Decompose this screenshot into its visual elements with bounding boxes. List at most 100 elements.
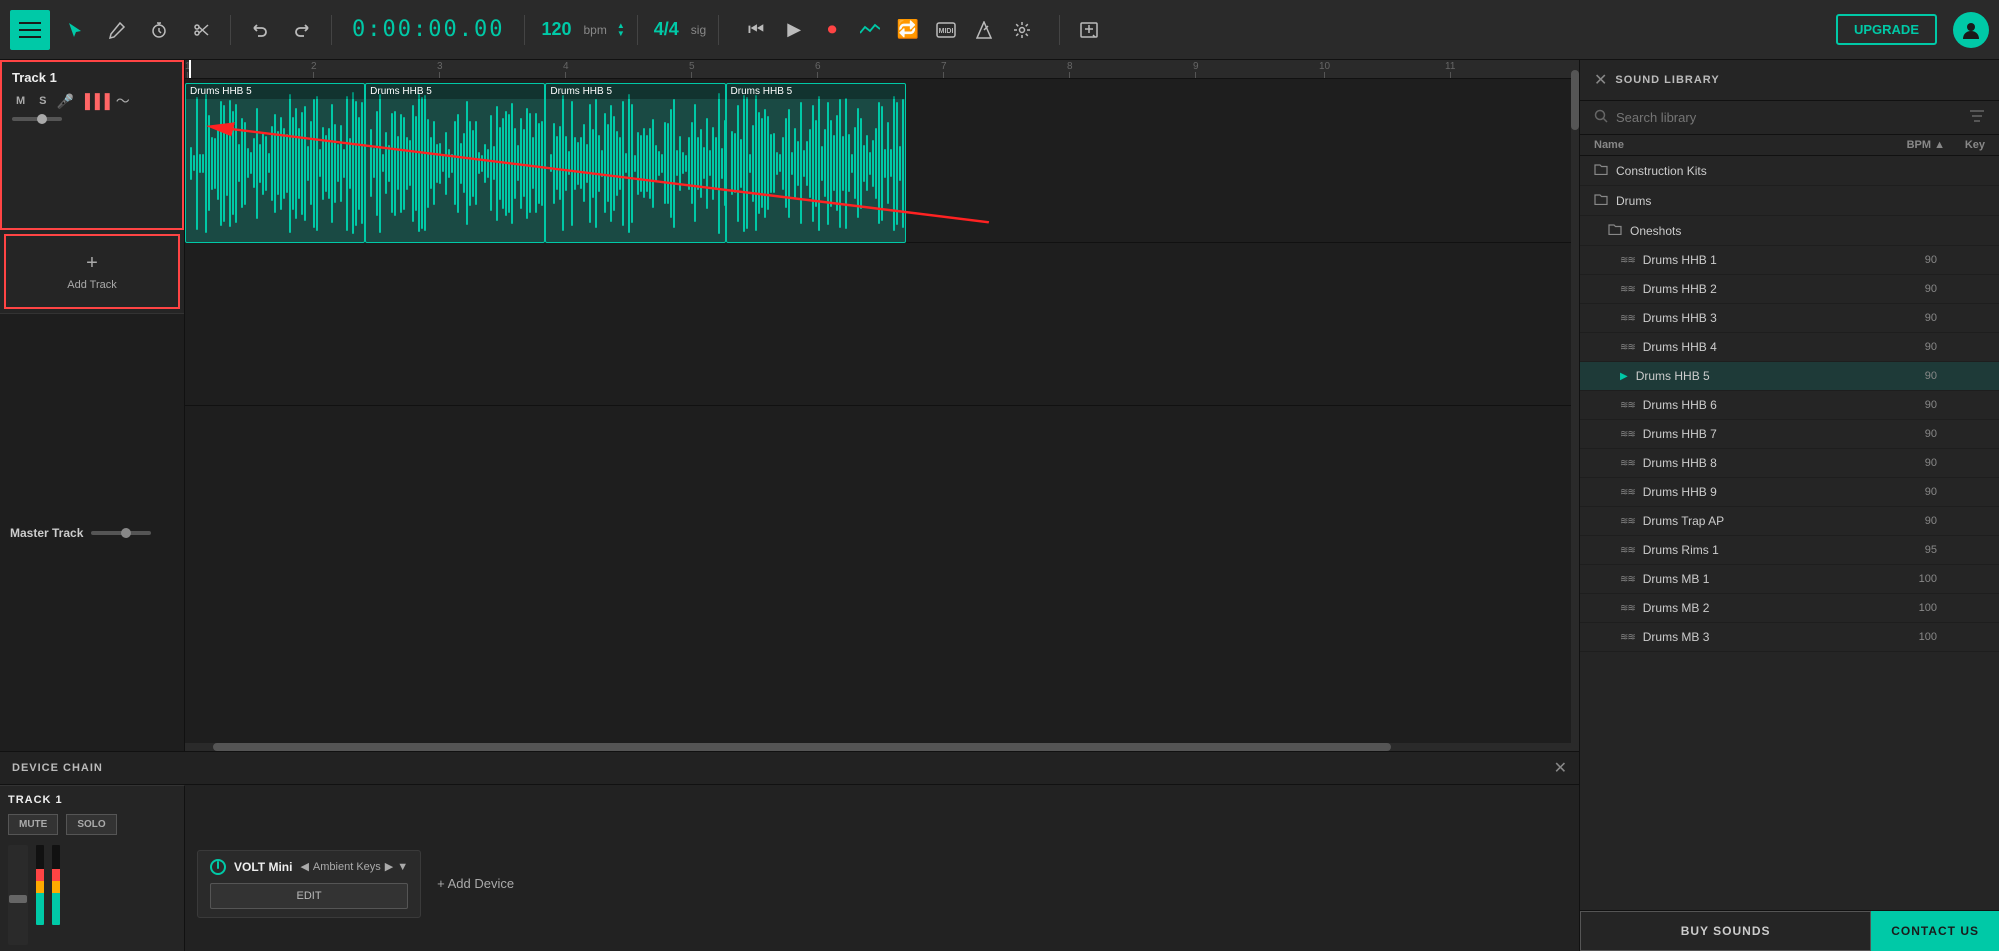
add-track-label: Add Track (67, 279, 117, 291)
automation-button[interactable] (853, 13, 887, 47)
library-item[interactable]: ≋≋ Drums Rims 1 95 (1580, 536, 1999, 565)
bottom-track-name: TRACK 1 (8, 794, 176, 806)
upgrade-button[interactable]: UPGRADE (1836, 14, 1937, 45)
scissors-tool-button[interactable] (184, 13, 218, 47)
timeline-area: 1234567891011 Drums HHB 5Drums HHB 5Drum… (185, 60, 1571, 751)
track-clip-0[interactable]: Drums HHB 5 (185, 83, 365, 243)
menu-button[interactable] (10, 10, 50, 50)
select-tool-button[interactable] (58, 13, 92, 47)
item-name: Drums HHB 4 (1643, 340, 1879, 354)
item-name: Drums HHB 1 (1643, 253, 1879, 267)
device-chain-title: DEVICE CHAIN (12, 762, 1546, 774)
bpm-arrows[interactable]: ▲▼ (617, 22, 625, 38)
col-bpm-header[interactable]: BPM ▲ (1895, 139, 1945, 151)
track-clip-3[interactable]: Drums HHB 5 (726, 83, 906, 243)
track-clip-1[interactable]: Drums HHB 5 (365, 83, 545, 243)
settings-button[interactable] (1005, 13, 1039, 47)
item-bpm: 90 (1887, 370, 1937, 382)
waveform-icon: ≋≋ (1620, 458, 1635, 469)
main-area: Track 1 M S 🎤 ▐▐▐ 〜 + Add Track (0, 60, 1999, 951)
track-1-volume[interactable] (12, 117, 62, 121)
undo-button[interactable] (243, 13, 277, 47)
library-close-button[interactable]: ✕ (1594, 70, 1607, 90)
device-chain-close-button[interactable]: ✕ (1554, 758, 1567, 778)
play-button[interactable]: ▶ (777, 13, 811, 47)
item-bpm: 90 (1887, 457, 1937, 469)
avatar-button[interactable] (1953, 12, 1989, 48)
library-item[interactable]: ≋≋ Drums HHB 4 90 (1580, 333, 1999, 362)
library-item[interactable]: ≋≋ Drums HHB 2 90 (1580, 275, 1999, 304)
library-item[interactable]: ≋≋ Drums MB 1 100 (1580, 565, 1999, 594)
track-1-controls: M S 🎤 ▐▐▐ 〜 (12, 91, 172, 111)
col-name-header: Name (1594, 139, 1895, 151)
item-name: Drums MB 3 (1643, 630, 1879, 644)
library-item[interactable]: ≋≋ Drums MB 3 100 (1580, 623, 1999, 652)
preset-arrow-left: ◀ (300, 860, 308, 873)
solo-ctrl[interactable]: S (35, 93, 50, 109)
library-item[interactable]: ≋≋ Drums HHB 9 90 (1580, 478, 1999, 507)
mute-ctrl[interactable]: M (12, 93, 29, 109)
timer-tool-button[interactable] (142, 13, 176, 47)
item-bpm: 90 (1887, 254, 1937, 266)
library-item[interactable]: ≋≋ Drums HHB 8 90 (1580, 449, 1999, 478)
bpm-display[interactable]: 120 (541, 19, 571, 40)
add-track-button[interactable]: + Add Track (4, 234, 180, 309)
item-bpm: 100 (1887, 602, 1937, 614)
library-item[interactable]: ≋≋ Drums MB 2 100 (1580, 594, 1999, 623)
ruler-mark: 3 (437, 61, 443, 78)
add-track-plus-icon: + (86, 252, 98, 275)
library-item[interactable]: ≋≋ Drums HHB 1 90 (1580, 246, 1999, 275)
device-slot: VOLT Mini ◀ Ambient Keys ▶ ▼ EDIT (197, 850, 421, 918)
ruler-mark: 4 (563, 61, 569, 78)
item-bpm: 90 (1887, 486, 1937, 498)
item-bpm: 90 (1887, 341, 1937, 353)
library-item[interactable]: ≋≋ Drums HHB 7 90 (1580, 420, 1999, 449)
col-key-header: Key (1945, 139, 1985, 151)
filter-button[interactable] (1969, 109, 1985, 126)
library-folder-oneshots[interactable]: Oneshots (1580, 216, 1999, 246)
sep6 (1059, 15, 1060, 45)
master-volume-slider[interactable] (91, 531, 151, 535)
redo-button[interactable] (285, 13, 319, 47)
play-icon: ▶ (1620, 371, 1628, 382)
track-clip-2[interactable]: Drums HHB 5 (545, 83, 725, 243)
library-folder-drums[interactable]: Drums (1580, 186, 1999, 216)
playhead[interactable] (189, 60, 191, 78)
item-name: Drums Rims 1 (1643, 543, 1879, 557)
library-item[interactable]: ≋≋ Drums HHB 6 90 (1580, 391, 1999, 420)
add-device-button[interactable]: + Add Device (437, 876, 514, 891)
preset-dropdown[interactable]: ▼ (397, 861, 408, 873)
midi-button[interactable]: MIDI (929, 13, 963, 47)
library-item[interactable]: ▶ Drums HHB 5 90 (1580, 362, 1999, 391)
track-mute-button[interactable]: MUTE (8, 814, 58, 835)
device-preset[interactable]: ◀ Ambient Keys ▶ ▼ (300, 860, 408, 873)
device-slot-header: VOLT Mini ◀ Ambient Keys ▶ ▼ (210, 859, 408, 875)
device-chain-body: VOLT Mini ◀ Ambient Keys ▶ ▼ EDIT + Add … (185, 785, 1579, 951)
skip-back-button[interactable]: ⏮ (739, 13, 773, 47)
item-bpm: 90 (1887, 515, 1937, 527)
track-fader[interactable] (8, 845, 28, 945)
track-solo-button[interactable]: SOLO (66, 814, 116, 835)
library-item[interactable]: ≋≋ Drums Trap AP 90 (1580, 507, 1999, 536)
contact-us-button[interactable]: CONTACT US (1871, 911, 1999, 951)
metronome-button[interactable] (967, 13, 1001, 47)
library-folder-construction-kits[interactable]: Construction Kits (1580, 156, 1999, 186)
pencil-tool-button[interactable] (100, 13, 134, 47)
library-item[interactable]: ≋≋ Drums HHB 3 90 (1580, 304, 1999, 333)
item-name: Drums HHB 2 (1643, 282, 1879, 296)
item-name: Drums HHB 3 (1643, 311, 1879, 325)
sep3 (524, 15, 525, 45)
record-button[interactable]: ⏺ (815, 13, 849, 47)
export-button[interactable] (1072, 13, 1106, 47)
v-scrollbar[interactable] (1571, 60, 1579, 751)
master-track-name: Master Track (10, 526, 83, 540)
device-power-button[interactable] (210, 859, 226, 875)
waveform-icon: ≋≋ (1620, 487, 1635, 498)
device-edit-button[interactable]: EDIT (210, 883, 408, 909)
loop-button[interactable]: 🔁 (891, 13, 925, 47)
folder-name: Oneshots (1630, 224, 1681, 238)
search-input[interactable] (1616, 110, 1961, 125)
sig-display[interactable]: 4/4 (654, 19, 679, 40)
h-scrollbar[interactable] (185, 743, 1571, 751)
buy-sounds-button[interactable]: BUY SOUNDS (1580, 911, 1871, 951)
